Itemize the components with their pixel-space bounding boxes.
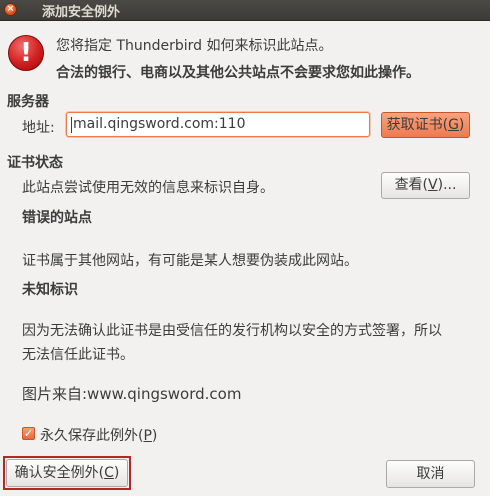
permanent-label-key: P: [143, 428, 152, 444]
confirm-exception-button[interactable]: 确认安全例外(C): [6, 459, 128, 487]
view-certificate-button[interactable]: 查看(V)...: [381, 172, 470, 199]
window-titlebar[interactable]: × 添加安全例外: [0, 0, 490, 21]
permanent-label-prefix: 永久保存此例外(: [40, 428, 144, 444]
image-source-text: 图片来自:www.qingsword.com: [22, 385, 242, 403]
server-heading: 服务器: [7, 94, 49, 110]
window-close-button[interactable]: ×: [4, 3, 17, 16]
get-cert-suffix: ): [458, 117, 465, 133]
cancel-button[interactable]: 取消: [386, 460, 475, 488]
address-label: 地址:: [22, 120, 55, 136]
permanent-label-suffix: ): [151, 428, 158, 444]
error-icon: !: [8, 35, 44, 71]
unknown-identity-heading: 未知标识: [22, 282, 78, 298]
unknown-identity-text-line1: 因为无法确认此证书是由受信任的发行机构以安全的方式签署，所以: [22, 323, 442, 339]
get-certificate-button[interactable]: 获取证书(G): [381, 112, 470, 138]
wrong-site-text: 证书属于其他网站，有可能是某人想要伪装成此网站。: [22, 253, 358, 269]
get-cert-prefix: 获取证书(: [386, 117, 449, 133]
view-key: V: [428, 177, 438, 193]
view-suffix: )...: [437, 177, 457, 193]
permanent-checkbox[interactable]: ✓: [22, 427, 35, 440]
header-question: 您将指定 Thunderbird 如何来标识此站点。: [56, 38, 333, 54]
header-warning: 合法的银行、电商以及其他公共站点不会要求您如此操作。: [56, 65, 420, 81]
address-input[interactable]: mail.qingsword.com:110: [66, 112, 370, 137]
unknown-identity-text-line2: 无法信任此证书。: [22, 347, 134, 363]
cert-status-description: 此站点尝试使用无效的信息来标识自身。: [22, 180, 274, 196]
permanent-label[interactable]: 永久保存此例外(P): [40, 425, 157, 445]
address-value: mail.qingsword.com:110: [73, 116, 246, 132]
text-caret: [71, 117, 72, 133]
window-title: 添加安全例外: [42, 5, 121, 20]
wrong-site-heading: 错误的站点: [22, 210, 92, 226]
cert-status-heading: 证书状态: [7, 155, 63, 171]
confirm-suffix: ): [113, 465, 120, 481]
view-prefix: 查看(: [394, 177, 429, 193]
confirm-prefix: 确认安全例外(: [14, 465, 105, 481]
confirm-key: C: [104, 465, 114, 481]
get-cert-key: G: [448, 117, 459, 133]
